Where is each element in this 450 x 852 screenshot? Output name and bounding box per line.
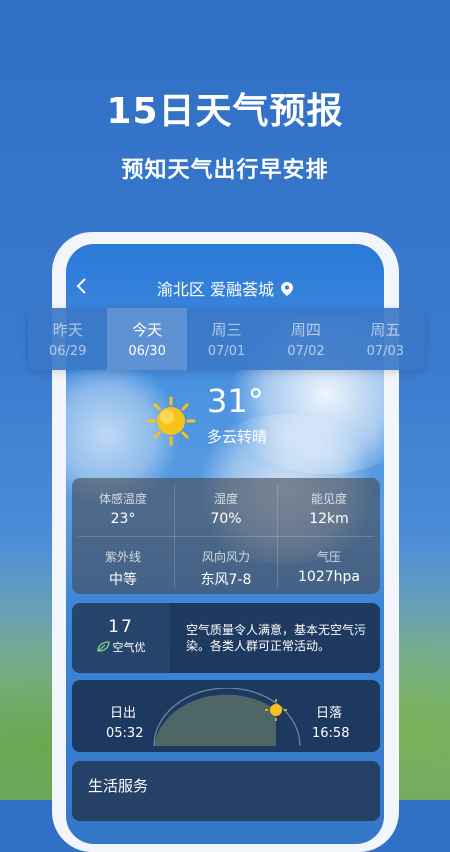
sunset-label: 日落 <box>316 706 343 721</box>
stat-wind: 风向风力 东风7-8 <box>175 548 277 589</box>
sunrise-time: 05:32 <box>106 726 144 741</box>
day-tab-thursday[interactable]: 周四 07/02 <box>266 308 345 370</box>
stat-value: 东风7-8 <box>200 572 252 588</box>
weather-stats-card: 体感温度 23° 湿度 70% 能见度 12km 紫外线 中等 风向风力 东风7… <box>72 478 380 594</box>
hero-subtitle: 预知天气出行早安排 <box>121 158 329 183</box>
stat-label: 气压 <box>316 550 341 564</box>
life-services-title: 生活服务 <box>88 777 149 795</box>
stat-value: 中等 <box>109 572 137 588</box>
day-date: 06/30 <box>128 344 166 359</box>
day-name: 昨天 <box>52 321 83 339</box>
day-date: 07/03 <box>366 344 405 359</box>
day-name: 周四 <box>290 321 321 339</box>
weather-condition: 多云转晴 <box>207 428 268 446</box>
air-quality-card[interactable]: 17 空气优 空气质量令人满意，基本无空气污染。各类人群可正常活动。 <box>72 603 380 673</box>
stat-label: 体感温度 <box>98 492 147 506</box>
day-date: 07/01 <box>207 344 246 359</box>
top-bar: 渝北区 爱融荟城 <box>66 270 384 306</box>
sunrise-label: 日出 <box>110 706 137 721</box>
sun-position-marker <box>270 704 282 716</box>
current-temperature: 31° <box>207 382 264 420</box>
day-date: 07/02 <box>287 344 325 359</box>
stat-label: 风向风力 <box>201 550 250 564</box>
stat-feels-like: 体感温度 23° <box>72 490 174 527</box>
life-services-card[interactable]: 生活服务 <box>72 761 380 821</box>
aqi-level: 空气优 <box>112 641 146 654</box>
leaf-icon <box>96 641 110 652</box>
day-date: 06/29 <box>48 344 87 359</box>
location-label: 渝北区 爱融荟城 <box>156 280 274 299</box>
location-pin-icon <box>281 282 294 296</box>
aqi-summary: 17 空气优 <box>72 603 170 673</box>
day-name: 周三 <box>211 321 242 339</box>
day-tab-yesterday[interactable]: 昨天 06/29 <box>28 308 107 370</box>
stat-value: 23° <box>110 511 136 527</box>
stat-value: 1027hpa <box>298 569 360 585</box>
aqi-description: 空气质量令人满意，基本无空气污染。各类人群可正常活动。 <box>186 623 367 653</box>
stat-humidity: 湿度 70% <box>175 490 277 527</box>
stat-value: 70% <box>210 511 242 527</box>
stat-pressure: 气压 1027hpa <box>278 548 380 585</box>
aqi-value: 17 <box>108 617 134 637</box>
day-name: 周五 <box>370 321 401 339</box>
sun-path-arc <box>153 688 301 747</box>
stat-label: 紫外线 <box>104 550 141 564</box>
day-name: 今天 <box>132 321 163 339</box>
day-tab-friday[interactable]: 周五 07/03 <box>346 308 425 370</box>
location-selector[interactable]: 渝北区 爱融荟城 <box>66 276 384 300</box>
stat-label: 能见度 <box>310 492 347 506</box>
day-selector: 昨天 06/29 今天 06/30 周三 07/01 周四 07/02 周五 0… <box>28 308 425 370</box>
stat-value: 12km <box>309 511 349 527</box>
sunrise-sunset-card: 日出 05:32 日落 16:58 <box>72 680 380 752</box>
hero-title: 15日天气预报 <box>106 91 344 132</box>
stat-visibility: 能见度 12km <box>278 490 380 527</box>
sunny-weather-icon <box>146 396 196 446</box>
stat-label: 湿度 <box>213 492 238 506</box>
sunset-time: 16:58 <box>312 726 350 741</box>
day-tab-today[interactable]: 今天 06/30 <box>107 308 187 370</box>
stat-uv: 紫外线 中等 <box>72 548 174 589</box>
day-tab-wednesday[interactable]: 周三 07/01 <box>187 308 266 370</box>
